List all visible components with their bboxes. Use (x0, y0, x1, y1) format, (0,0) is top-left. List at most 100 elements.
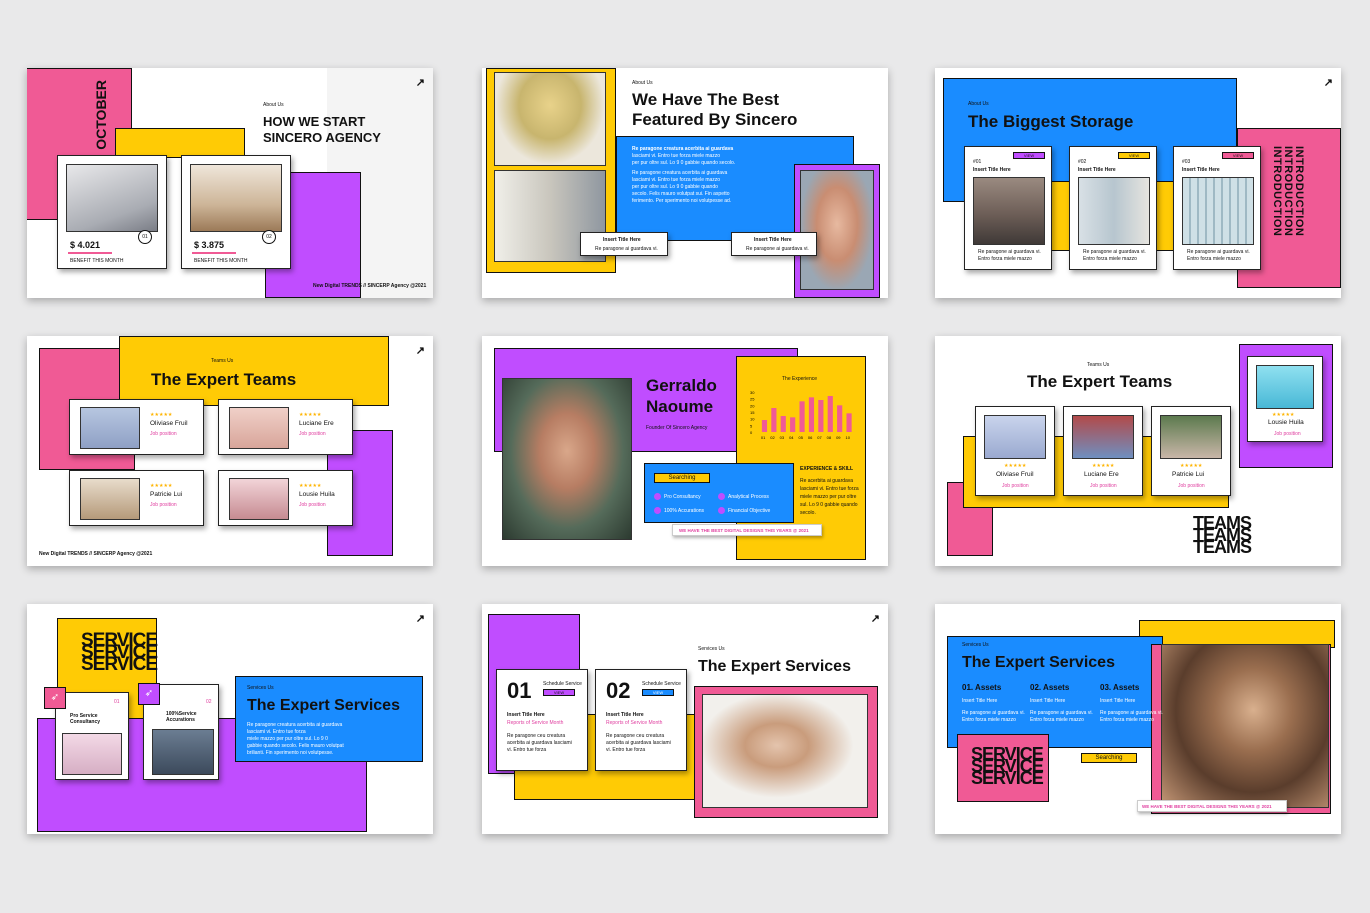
slide-9-services[interactable]: Services Us The Expert Services 01. Asse… (935, 604, 1341, 834)
skill-title: EXPERIENCE & SKILL (800, 466, 854, 472)
benefit-label: BENEFIT THIS MONTH (70, 258, 124, 264)
team-card-1[interactable]: ★★★★★ Oliviase Fruil Job position (975, 406, 1055, 496)
card-text-1: Re paragone ceu creatura (606, 733, 665, 739)
experience-bar-chart: 30252015105001 02 03 04 05 06 07 08 09 10 (750, 390, 852, 440)
member-name: Luciane Ere (1084, 471, 1119, 478)
card-text-2: Entro forza miele mazzo (978, 256, 1032, 262)
view-button[interactable]: VIEW (1222, 152, 1254, 159)
photo-blond-hair (494, 72, 606, 166)
team-card-2[interactable]: ★★★★★ Luciane Ere Job position (218, 399, 353, 455)
arrow-up-right-icon[interactable]: ↗ (416, 76, 425, 89)
benefit-card-2[interactable]: $ 3.875 02 BENEFIT THIS MONTH (181, 155, 291, 269)
card-number: #03 (1182, 159, 1191, 165)
member-role: Job position (1274, 431, 1301, 437)
rating-stars: ★★★★★ (150, 412, 173, 418)
storage-card-1[interactable]: #01 VIEW Insert Title Here Re paragone a… (964, 146, 1052, 270)
card-text-1: Re paragone ai guardava vi. (978, 249, 1041, 255)
asset-text-1a: Re paragone ai guardava vi. (962, 710, 1025, 716)
slide-tag: About Us (263, 102, 284, 108)
paragraph-2d: secolo. Felis mauro volutpat sui. Fin as… (632, 191, 730, 197)
price-underline (192, 252, 236, 254)
photo-member (80, 407, 140, 449)
team-card-3[interactable]: ★★★★★ Patricie Lui Job position (1151, 406, 1231, 496)
card-text-2: Entro forza miele mazzo (1083, 256, 1137, 262)
slide-2-featured[interactable]: About Us We Have The Best Featured By Si… (482, 68, 888, 298)
service-card-2[interactable]: ➶ 02 100%Service Accurations (138, 683, 219, 780)
arrow-up-right-icon[interactable]: ↗ (416, 612, 425, 625)
chart-bar (799, 401, 805, 432)
card-text-2: acerbita ai guardava lasciami (507, 740, 572, 746)
view-button[interactable]: VIEW (1013, 152, 1045, 159)
slide-5-profile[interactable]: Gerraldo Naoume Founder Of Sincero Agenc… (482, 336, 888, 566)
card-number: 02 (262, 230, 276, 244)
photo-woman-door (1078, 177, 1150, 245)
member-name: Oliviase Fruil (150, 420, 188, 427)
profile-name-line2: Naoume (646, 397, 714, 416)
team-card-2[interactable]: ★★★★★ Luciane Ere Job position (1063, 406, 1143, 496)
slide-4-expert-teams[interactable]: ↗ Teams Us The Expert Teams ★★★★★ Olivia… (27, 336, 433, 566)
card-number: 01 (114, 699, 120, 705)
arrow-up-right-icon[interactable]: ↗ (416, 344, 425, 357)
rocket-icon: ➶ (44, 687, 66, 709)
slide-8-services[interactable]: ↗ Services Us The Expert Services 01 Sch… (482, 604, 888, 834)
check-icon (654, 493, 661, 500)
card-subtitle: Reports of Service Month (606, 720, 663, 726)
benefit-card-1[interactable]: $ 4.021 01 BENEFIT THIS MONTH (57, 155, 167, 269)
service-card-1[interactable]: ➶ 01 Pro Service Consultancy (44, 687, 129, 780)
slide-footer: New Digital TRENDS // SINCERP Agency @20… (313, 283, 427, 289)
member-role: Job position (299, 502, 326, 508)
slide-tag: Services Us (247, 685, 274, 691)
tagline-text: WE HAVE THE BEST DIGITAL DESIGNS THIS YE… (1142, 804, 1272, 809)
photo-member (1072, 415, 1134, 459)
service-card-1[interactable]: 01 Schedule Service VIEW Insert Title He… (496, 669, 588, 771)
card-title-2: Accurations (166, 717, 195, 723)
teams-stack-3: TEAMS (1193, 537, 1252, 557)
arrow-up-right-icon[interactable]: ↗ (1324, 76, 1333, 89)
service-stack-3: SERVICE (81, 654, 158, 675)
member-role: Job position (150, 431, 177, 437)
team-card-1[interactable]: ★★★★★ Oliviase Fruil Job position (69, 399, 204, 455)
photo-woman-railing (1182, 177, 1254, 245)
view-button[interactable]: VIEW (1118, 152, 1150, 159)
x-tick-label: 04 (789, 435, 794, 440)
asset-text-2a: Re paragone ai guardava vi. (1030, 710, 1093, 716)
storage-card-3[interactable]: #03 VIEW Insert Title Here Re paragone a… (1173, 146, 1261, 270)
team-card-4[interactable]: ★★★★★ Lousie Huila Job position (218, 470, 353, 526)
view-button[interactable]: VIEW (642, 689, 674, 696)
storage-card-2[interactable]: #02 VIEW Insert Title Here Re paragone a… (1069, 146, 1157, 270)
team-card-3[interactable]: ★★★★★ Patricie Lui Job position (69, 470, 204, 526)
paragraph-line-1: Re paragone creatura acerbita ai guardav… (247, 722, 343, 728)
card-text-2: Entro forza miele mazzo (1187, 256, 1241, 262)
slide-tag: Services Us (962, 642, 989, 648)
rating-stars: ★★★★★ (1272, 412, 1295, 418)
profile-role: Founder Of Sincero Agency (646, 425, 708, 431)
rating-stars: ★★★★★ (150, 483, 173, 489)
skill-text-1: Re acerbita ai guardava (800, 478, 854, 484)
view-button[interactable]: VIEW (543, 689, 575, 696)
info-card-2[interactable]: Insert Title Here Re paragone ai guardav… (731, 232, 817, 256)
service-card-2[interactable]: 02 Schedule Service VIEW Insert Title He… (595, 669, 687, 771)
searching-button[interactable]: Searching (1081, 753, 1137, 763)
skill-item-label: Financial Objective (728, 507, 771, 514)
card-title: Insert Title Here (1078, 167, 1116, 173)
slide-1-how-we-start[interactable]: OCTOBER ↗ About Us HOW WE START SINCERO … (27, 68, 433, 298)
asset-title-1: 01. Assets (962, 683, 1002, 692)
slide-title: The Expert Services (962, 654, 1115, 671)
arrow-up-right-icon[interactable]: ↗ (871, 612, 880, 625)
side-label-3: INTRODUCTION (1271, 146, 1283, 237)
slide-tag: About Us (968, 101, 989, 107)
card-title: Insert Title Here (603, 237, 641, 243)
searching-button[interactable]: Searching (654, 473, 710, 483)
paragraph-line-2: lasciami vi. Entro tue forza (247, 729, 306, 735)
team-card-top[interactable]: ★★★★★ Lousie Huila Job position (1247, 356, 1323, 442)
card-text: Re paragone ai guardava vi. (746, 246, 809, 252)
tagline-banner: WE HAVE THE BEST DIGITAL DESIGNS THIS YE… (672, 524, 822, 536)
slide-tag: Services Us (698, 646, 725, 652)
photo-woman-flowers (190, 164, 282, 232)
slide-7-services[interactable]: SERVICE SERVICE SERVICE ↗ Services Us Th… (27, 604, 433, 834)
slide-6-expert-teams[interactable]: Teams Us The Expert Teams ★★★★★ Lousie H… (935, 336, 1341, 566)
skill-text-3: miele mazzo per pur oltre (800, 494, 857, 500)
card-text-2: acerbita ai guardava lasciami (606, 740, 671, 746)
info-card-1[interactable]: Insert Title Here Re paragone ai guardav… (580, 232, 668, 256)
slide-3-storage[interactable]: ↗ About Us The Biggest Storage INTRODUCT… (935, 68, 1341, 298)
